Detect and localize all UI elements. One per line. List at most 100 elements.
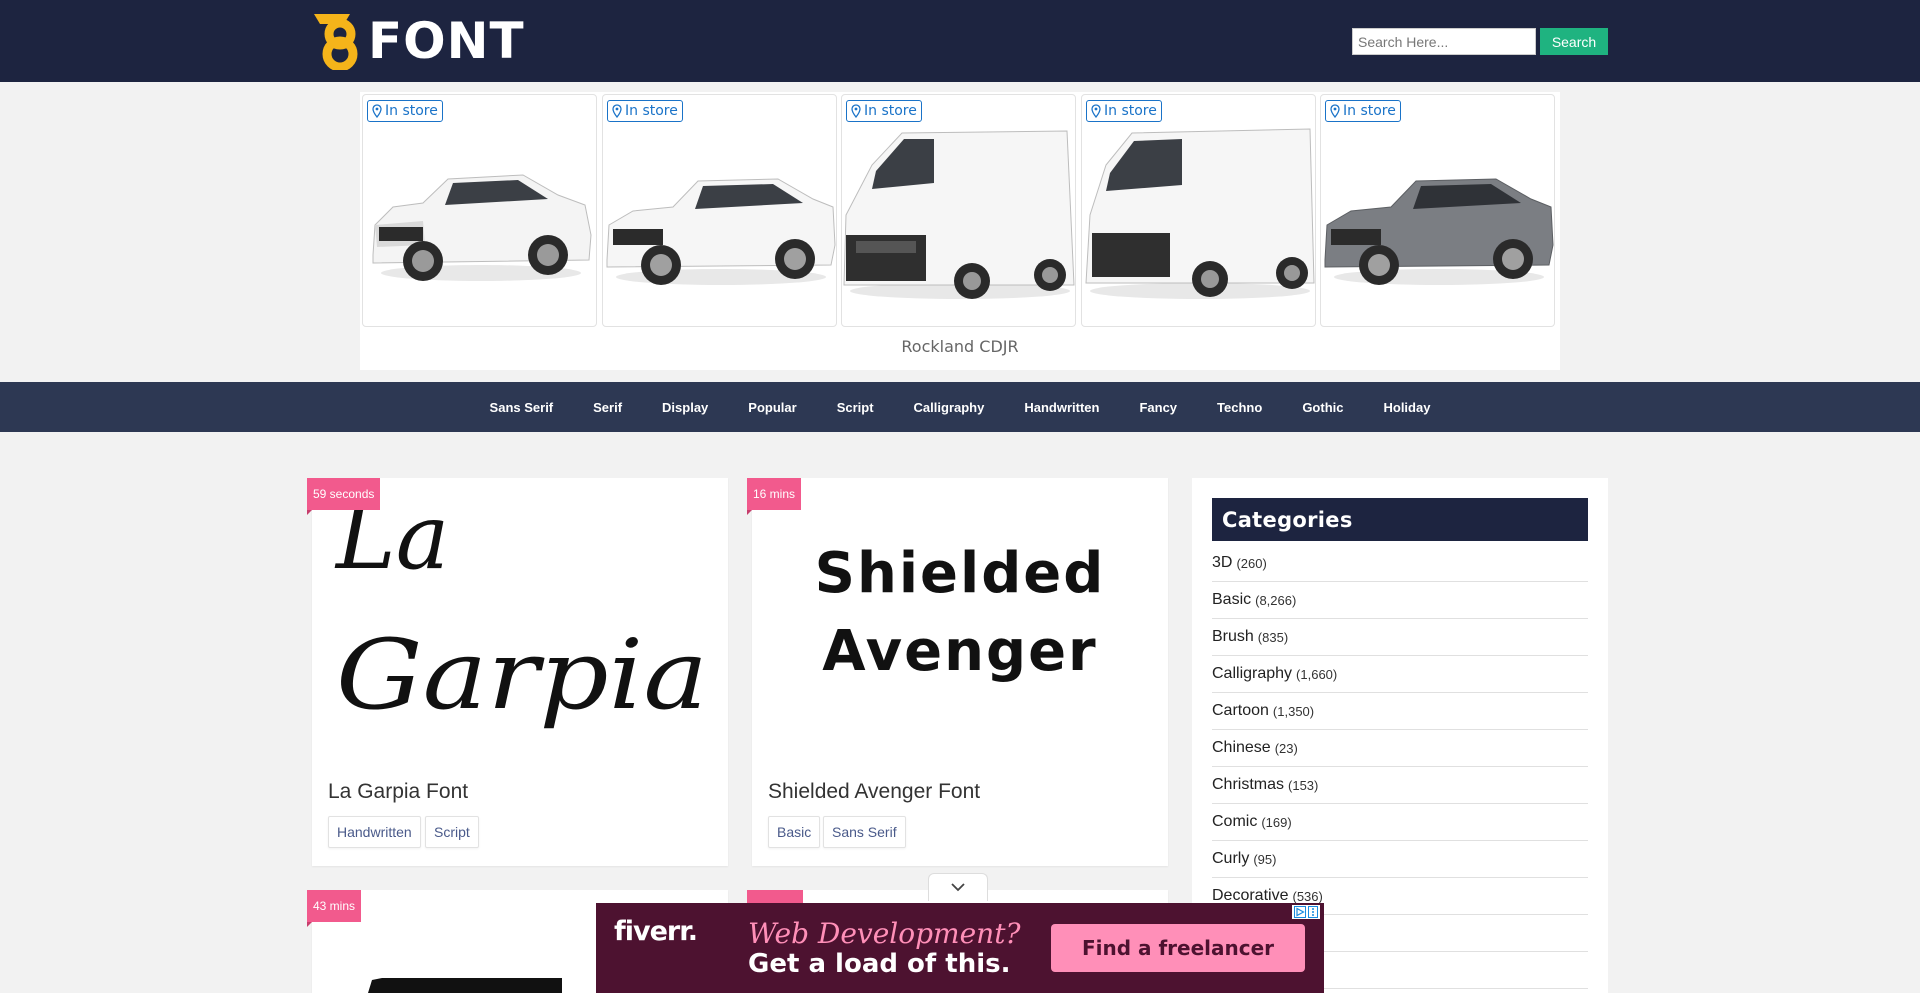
suv-image	[1324, 178, 1554, 285]
in-store-badge: In store	[1086, 100, 1162, 122]
font-card[interactable]: La Garpia La Garpia Font Handwritten Scr…	[312, 478, 728, 866]
location-pin-icon	[1330, 104, 1340, 118]
category-item[interactable]: Curly (95)	[1212, 841, 1588, 878]
top-ad-banner[interactable]: In store In store In store In store In s…	[360, 92, 1560, 370]
in-store-label: In store	[1343, 103, 1396, 119]
category-item[interactable]: Brush (835)	[1212, 619, 1588, 656]
category-name[interactable]: Comic	[1212, 813, 1257, 831]
category-count: (536)	[1292, 888, 1323, 904]
nav-item-gothic[interactable]: Gothic	[1282, 400, 1363, 415]
ad-headline: Web Development?	[748, 917, 1021, 950]
font-title[interactable]: Shielded Avenger Font	[768, 780, 980, 804]
in-store-badge: In store	[607, 100, 683, 122]
location-pin-icon	[1091, 104, 1101, 118]
search-button[interactable]: Search	[1540, 28, 1608, 55]
category-name[interactable]: Brush	[1212, 628, 1254, 646]
nav-item-techno[interactable]: Techno	[1197, 400, 1282, 415]
category-name[interactable]: Christmas	[1212, 776, 1284, 794]
nav-item-display[interactable]: Display	[642, 400, 728, 415]
fiverr-logo: fiverr.	[614, 916, 698, 947]
category-count: (1,350)	[1272, 703, 1315, 719]
ad-collapse-toggle[interactable]	[928, 873, 988, 901]
font-tag[interactable]: Handwritten	[328, 816, 421, 848]
ad-advertiser-name[interactable]: Rockland CDJR	[360, 337, 1560, 356]
nav-item-popular[interactable]: Popular	[728, 400, 816, 415]
category-item[interactable]: Calligraphy (1,660)	[1212, 656, 1588, 693]
category-count: (1,660)	[1296, 666, 1338, 682]
font-title[interactable]: La Garpia Font	[328, 780, 468, 804]
sidebar-heading: Categories	[1212, 498, 1588, 541]
category-item[interactable]: Comic (169)	[1212, 804, 1588, 841]
font-tag[interactable]: Sans Serif	[823, 816, 906, 848]
nav-item-calligraphy[interactable]: Calligraphy	[894, 400, 1005, 415]
category-name[interactable]: 3D	[1212, 554, 1232, 572]
time-badge: 43 mins	[307, 890, 362, 927]
font-preview[interactable]: La Garpia	[312, 478, 728, 768]
category-count: (23)	[1274, 740, 1298, 756]
font-tag[interactable]: Script	[425, 816, 479, 848]
chevron-down-icon	[951, 883, 965, 892]
ad-vehicle-tile[interactable]: In store	[362, 94, 597, 327]
category-name[interactable]: Chinese	[1212, 739, 1271, 757]
time-badge: 59 seconds	[307, 478, 381, 515]
font-card[interactable]: Shielded Avenger Shielded Avenger Font B…	[752, 478, 1168, 866]
more-options-icon[interactable]	[1308, 906, 1318, 918]
location-pin-icon	[612, 104, 622, 118]
ad-choices[interactable]	[1292, 905, 1320, 919]
category-item[interactable]: 3D (260)	[1212, 545, 1588, 582]
in-store-label: In store	[1104, 103, 1157, 119]
category-count: (95)	[1253, 851, 1277, 867]
adchoices-icon[interactable]	[1294, 906, 1306, 918]
nav-item-holiday[interactable]: Holiday	[1363, 400, 1450, 415]
category-item[interactable]: Cartoon (1,350)	[1212, 693, 1588, 730]
category-count: (260)	[1236, 555, 1267, 571]
bottom-sticky-ad[interactable]: fiverr. Web Development? Get a load of t…	[596, 903, 1324, 993]
nav-item-script[interactable]: Script	[817, 400, 894, 415]
preview-line: Avenger	[822, 619, 1097, 684]
category-name[interactable]: Cartoon	[1212, 702, 1269, 720]
van-image	[1085, 128, 1315, 299]
category-name[interactable]: Basic	[1212, 591, 1251, 609]
logo-8-icon	[314, 14, 358, 70]
category-nav: Sans Serif Serif Display Popular Script …	[0, 382, 1920, 432]
font-preview[interactable]: Shielded Avenger	[752, 478, 1168, 768]
category-count: (153)	[1288, 777, 1319, 793]
nav-item-serif[interactable]: Serif	[573, 400, 642, 415]
in-store-badge: In store	[846, 100, 922, 122]
preview-line: Garpia	[336, 619, 708, 731]
logo-text: FONT	[368, 12, 525, 70]
in-store-label: In store	[625, 103, 678, 119]
preview-line: Shielded	[815, 541, 1106, 606]
category-item[interactable]: Basic (8,266)	[1212, 582, 1588, 619]
ad-vehicle-tile[interactable]: In store	[1081, 94, 1316, 327]
category-name[interactable]: Calligraphy	[1212, 665, 1292, 683]
nav-item-sans-serif[interactable]: Sans Serif	[470, 400, 574, 415]
location-pin-icon	[851, 104, 861, 118]
suv-image	[372, 174, 592, 281]
category-name[interactable]: Curly	[1212, 850, 1249, 868]
category-count: (169)	[1261, 814, 1292, 830]
category-count: (8,266)	[1255, 592, 1297, 608]
font-tag[interactable]: Basic	[768, 816, 821, 848]
in-store-label: In store	[864, 103, 917, 119]
category-item[interactable]: Christmas (153)	[1212, 767, 1588, 804]
ad-subline: Get a load of this.	[748, 949, 1011, 979]
suv-image	[606, 178, 836, 285]
nav-item-fancy[interactable]: Fancy	[1119, 400, 1197, 415]
ad-vehicle-tile[interactable]: In store	[1320, 94, 1555, 327]
site-logo[interactable]: FONT	[310, 12, 525, 70]
location-pin-icon	[372, 104, 382, 118]
nav-item-handwritten[interactable]: Handwritten	[1004, 400, 1119, 415]
in-store-badge: In store	[367, 100, 443, 122]
find-freelancer-button[interactable]: Find a freelancer	[1051, 924, 1305, 972]
search-input[interactable]	[1352, 28, 1536, 55]
ad-vehicle-tile[interactable]: In store	[841, 94, 1076, 327]
category-item[interactable]: Chinese (23)	[1212, 730, 1588, 767]
site-header: FONT Search	[0, 0, 1920, 82]
in-store-badge: In store	[1325, 100, 1401, 122]
time-badge: 16 mins	[747, 478, 802, 515]
ad-vehicle-tile[interactable]: In store	[602, 94, 837, 327]
in-store-label: In store	[385, 103, 438, 119]
category-count: (835)	[1257, 629, 1289, 645]
van-image	[843, 130, 1075, 299]
